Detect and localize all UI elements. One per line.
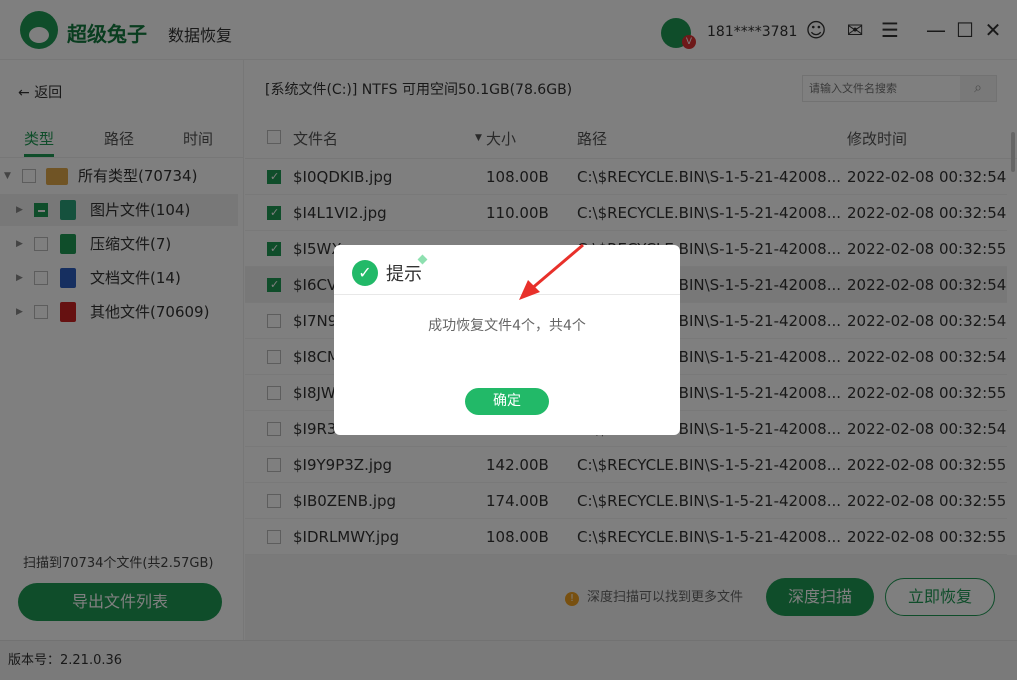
check-circle-icon: ✓ [352,260,378,286]
ok-button[interactable]: 确定 [465,388,549,415]
success-dialog: ✓ 提示 成功恢复文件4个，共4个 确定 [334,245,680,435]
dialog-message: 成功恢复文件4个，共4个 [428,318,586,334]
dialog-header: ✓ 提示 [334,245,680,295]
dialog-title: 提示 [386,264,422,285]
